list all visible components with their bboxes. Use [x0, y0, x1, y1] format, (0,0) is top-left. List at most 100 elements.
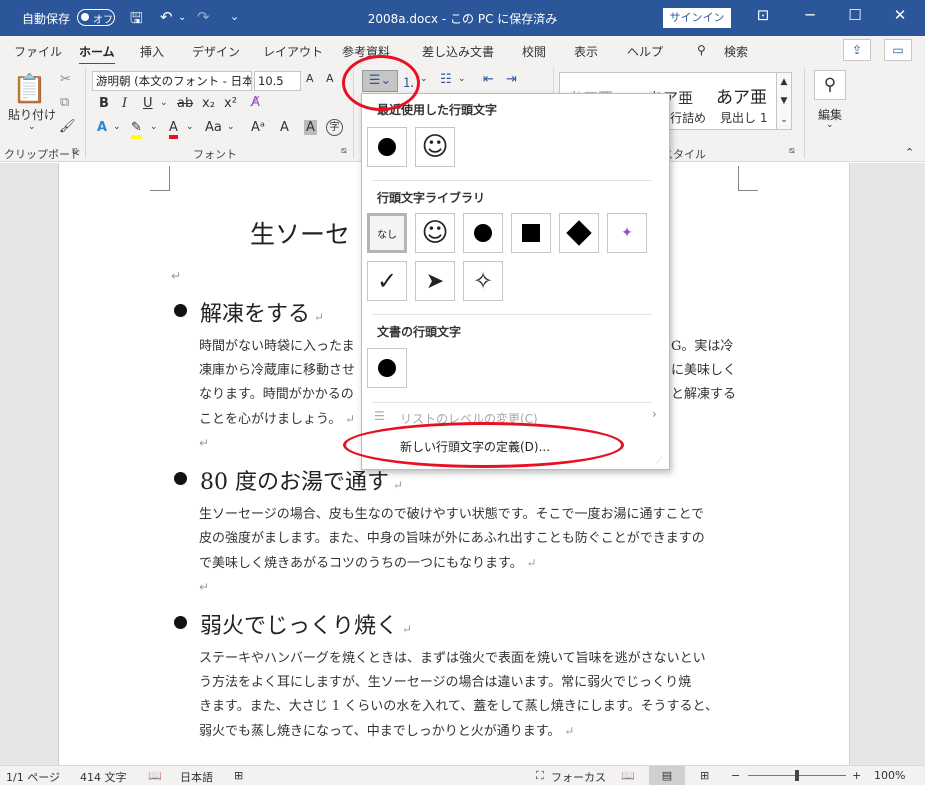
word-count[interactable]: 414 文字 [80, 769, 127, 785]
superscript-icon[interactable]: x² [224, 96, 237, 111]
tab-view[interactable]: 表示 [574, 43, 598, 60]
focus-label[interactable]: フォーカス [551, 769, 606, 785]
autosave-toggle[interactable]: オフ [77, 9, 115, 26]
clipboard-launcher-icon[interactable]: ⧅ [72, 146, 78, 156]
increase-indent-icon[interactable]: ⇥ [506, 72, 517, 87]
font-color-dropdown-icon[interactable]: ⌄ [186, 122, 194, 132]
format-painter-icon[interactable]: 🖌 [59, 119, 76, 134]
paste-dropdown-icon[interactable]: ⌄ [28, 122, 36, 132]
customize-qat-icon[interactable]: ⌄ [230, 10, 239, 23]
highlight-dropdown-icon[interactable]: ⌄ [150, 122, 158, 132]
find-icon[interactable]: ⚲ [814, 70, 846, 100]
tab-insert[interactable]: 挿入 [140, 43, 164, 60]
styles-scroll[interactable]: ▲ ▼ ⌄ [776, 72, 792, 130]
italic-icon[interactable]: I [122, 96, 127, 111]
bullet-option-arrowhead[interactable]: ➤ [415, 261, 455, 301]
search-label[interactable]: 検索 [724, 43, 748, 60]
font-launcher-icon[interactable]: ⧅ [341, 146, 347, 156]
collapse-ribbon-icon[interactable]: ⌃ [905, 146, 914, 159]
bullet-library-label: 行頭文字ライブラリ [377, 191, 486, 205]
bullet-option-black-circle[interactable] [463, 213, 503, 253]
style-heading1[interactable]: あア亜 [716, 83, 767, 108]
tab-home[interactable]: ホーム [79, 43, 115, 65]
underline-icon[interactable]: U [143, 96, 153, 111]
decrease-indent-icon[interactable]: ⇤ [483, 72, 494, 87]
paste-label[interactable]: 貼り付け [8, 106, 56, 123]
font-name-combo[interactable]: 游明朝 (本文のフォント - 日本 [92, 71, 252, 91]
bullet-option-none[interactable]: なし [367, 213, 407, 253]
multilevel-list-icon[interactable]: ☷ [440, 72, 452, 87]
tab-file[interactable]: ファイル [14, 43, 62, 60]
text-effects-icon[interactable]: A [97, 120, 107, 135]
checkmark-icon: ✓ [376, 267, 398, 295]
redo-icon[interactable]: ↷ [197, 8, 210, 26]
bullet-option-black-circle[interactable] [367, 127, 407, 167]
text-effects-dropdown-icon[interactable]: ⌄ [113, 122, 121, 132]
styles-launcher-icon[interactable]: ⧅ [789, 146, 795, 156]
subscript-icon[interactable]: x₂ [202, 96, 215, 111]
bullet-option-black-diamond[interactable] [559, 213, 599, 253]
proofing-icon[interactable]: 📖 [148, 769, 162, 782]
bullet-option-four-point-star[interactable]: ✧ [463, 261, 503, 301]
zoom-level[interactable]: 100% [874, 769, 905, 782]
paste-icon[interactable]: 📋 [12, 72, 47, 106]
edit-dropdown-icon[interactable]: ⌄ [826, 120, 834, 130]
accessibility-icon[interactable]: ⊞ [234, 769, 243, 782]
shrink-font-icon[interactable]: A [326, 72, 334, 85]
phonetic-guide-icon[interactable]: Aᵃ [251, 120, 265, 135]
highlight-icon[interactable]: ✎ [131, 120, 142, 139]
numbering-dropdown-icon[interactable]: ⌄ [420, 74, 428, 84]
web-layout-icon[interactable]: ⊞ [700, 769, 709, 782]
clear-formatting-icon[interactable]: A̸ [251, 95, 260, 110]
bullet-option-smiley[interactable]: ☺ [415, 127, 455, 167]
cut-icon[interactable]: ✂ [60, 72, 71, 87]
tab-layout[interactable]: レイアウト [263, 43, 323, 60]
undo-icon[interactable]: ↶ [160, 8, 173, 26]
read-mode-icon[interactable]: 📖 [621, 769, 635, 782]
maximize-icon[interactable]: ☐ [840, 6, 870, 24]
tab-help[interactable]: ヘルプ [627, 43, 663, 60]
bullet-option-black-square[interactable] [511, 213, 551, 253]
paragraph-mark: ↵ [310, 310, 324, 324]
strikethrough-icon[interactable]: ab [177, 96, 193, 111]
grow-font-icon[interactable]: A [306, 72, 314, 85]
tab-design[interactable]: デザイン [192, 43, 240, 60]
multilevel-dropdown-icon[interactable]: ⌄ [458, 74, 466, 84]
comments-button[interactable]: ▭ [884, 39, 912, 61]
character-shading-icon[interactable]: A [304, 120, 317, 135]
print-layout-icon[interactable]: ▤ [649, 766, 685, 785]
copy-icon[interactable]: ⧉ [60, 95, 69, 110]
language-label[interactable]: 日本語 [180, 769, 213, 785]
bullet-option-black-circle[interactable] [367, 348, 407, 388]
font-color-icon[interactable]: A [169, 120, 178, 139]
zoom-slider-thumb[interactable] [795, 770, 799, 781]
bullet-option-checkmark[interactable]: ✓ [367, 261, 407, 301]
undo-dropdown-icon[interactable]: ⌄ [178, 12, 186, 23]
share-button[interactable]: ⇪ [843, 39, 871, 61]
close-icon[interactable]: ✕ [885, 6, 915, 24]
focus-icon[interactable]: ⛶ [536, 769, 544, 783]
bullet-option-smiley[interactable]: ☺ [415, 213, 455, 253]
character-border-icon[interactable]: A [280, 120, 289, 135]
search-icon[interactable]: ⚲ [697, 43, 706, 57]
change-case-icon[interactable]: Aa [205, 120, 222, 135]
save-icon[interactable]: 🖫 [130, 8, 143, 33]
underline-dropdown-icon[interactable]: ⌄ [160, 98, 168, 108]
ribbon-tabs: ファイル ホーム 挿入 デザイン レイアウト 参考資料 差し込み文書 校閲 表示… [0, 36, 925, 65]
tab-mailings[interactable]: 差し込み文書 [422, 43, 494, 60]
tab-review[interactable]: 校閲 [522, 43, 546, 60]
enclosed-character-icon[interactable]: 字 [326, 119, 343, 136]
zoom-in-icon[interactable]: + [852, 769, 861, 782]
change-case-dropdown-icon[interactable]: ⌄ [227, 122, 235, 132]
bullet-option-colored-star[interactable]: ✦ [607, 213, 647, 253]
bold-icon[interactable]: B [99, 96, 109, 111]
resize-grip-icon[interactable]: ⋰ [656, 456, 663, 464]
signin-button[interactable]: サインイン [663, 8, 731, 28]
ribbon-display-icon[interactable]: ⊡ [748, 6, 778, 24]
page-count[interactable]: 1/1 ページ [6, 769, 60, 785]
minimize-icon[interactable]: ─ [795, 6, 825, 24]
black-circle-icon [378, 138, 396, 156]
font-size-combo[interactable]: 10.5 [254, 71, 301, 91]
zoom-out-icon[interactable]: − [731, 769, 740, 782]
body-line: きます。また、大さじ 1 くらいの水を入れて、蓋をして蒸し焼きにします。そうする… [199, 699, 718, 714]
